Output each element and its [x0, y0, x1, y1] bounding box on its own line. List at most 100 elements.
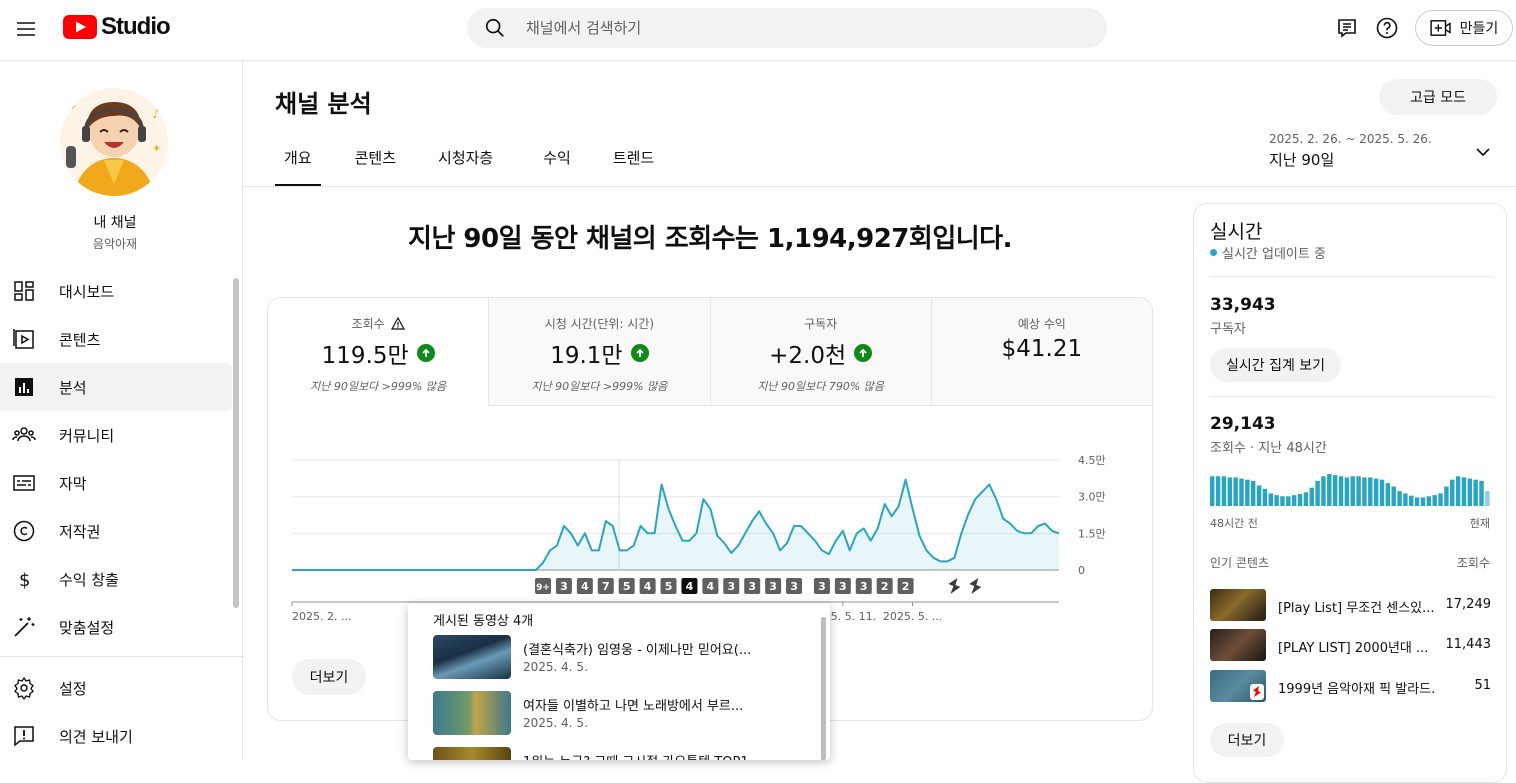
metric-label: 시청 시간(단위: 시간) — [544, 317, 655, 331]
notifications-icon[interactable] — [1335, 16, 1359, 40]
video-marker[interactable]: 4 — [702, 578, 719, 594]
hourly-bar — [1420, 497, 1426, 506]
popup-video-item[interactable]: 여자들 이별하고 나면 노래방에서 부르... 2025. 4. 5. — [433, 691, 803, 737]
video-marker[interactable]: 3 — [765, 578, 782, 594]
feedback-icon — [14, 726, 34, 747]
sidebar-item-customization[interactable]: 맞춤설정 — [0, 603, 232, 651]
studio-logo[interactable]: Studio — [63, 13, 171, 41]
video-marker[interactable]: 3 — [723, 578, 740, 594]
video-thumbnail — [1210, 589, 1266, 621]
metric-value: $41.21 — [1001, 336, 1083, 362]
video-marker[interactable]: 2 — [876, 578, 893, 594]
hourly-bar — [1233, 477, 1238, 506]
realtime-detail-button[interactable]: 실시간 집계 보기 — [1210, 348, 1342, 382]
y-tick-label: 1.5만 — [1078, 527, 1106, 540]
tab-overview[interactable]: 개요 — [275, 128, 321, 186]
date-period-text: 지난 90일 — [1269, 151, 1335, 169]
hourly-bar — [1379, 479, 1385, 506]
metric-revenue[interactable]: 예상 수익 $41.21 — [931, 298, 1152, 406]
video-marker[interactable]: 4 — [681, 578, 698, 594]
hourly-bar — [1461, 477, 1467, 506]
metric-tabs: 조회수 119.5만 지난 90일보다 >999% 많음 시청 시간(단위: 시… — [268, 298, 1152, 406]
menu-icon[interactable] — [14, 17, 38, 41]
hourly-bar — [1432, 495, 1437, 506]
sidebar-scrollbar[interactable] — [233, 278, 239, 608]
hourly-bar — [1291, 495, 1297, 506]
sidebar-bottom-nav: 설정 의견 보내기 — [0, 664, 232, 760]
popup-video-item[interactable]: (결혼식축가) 임영웅 - 이제나만 믿어요(... 2025. 4. 5. — [433, 635, 803, 681]
sidebar: ♪ ✦ ✦ 내 채널 음악아재 대시보드 콘텐츠 분석 커뮤니티 자막 저작권 — [0, 60, 243, 760]
video-marker[interactable]: 2 — [897, 578, 914, 594]
video-marker[interactable]: 5 — [618, 578, 635, 594]
help-icon[interactable] — [1375, 16, 1399, 40]
sidebar-item-label: 수익 창출 — [59, 570, 119, 589]
svg-text:4: 4 — [707, 580, 715, 593]
advanced-mode-button[interactable]: 고급 모드 — [1379, 79, 1497, 115]
video-marker[interactable]: 3 — [786, 578, 803, 594]
sidebar-item-label: 대시보드 — [59, 282, 115, 301]
shorts-marker-icon[interactable] — [969, 578, 982, 594]
sidebar-item-community[interactable]: 커뮤니티 — [0, 411, 232, 459]
create-button[interactable]: 만들기 — [1415, 10, 1513, 46]
sidebar-item-settings[interactable]: 설정 — [0, 664, 232, 712]
metric-note: 지난 90일보다 >999% 많음 — [310, 380, 447, 393]
video-marker[interactable]: 3 — [813, 578, 830, 594]
popup-video-item[interactable]: 1위는 누구? 그때 그시절 가요톱텐 TOP1... — [433, 747, 803, 760]
video-marker[interactable]: 3 — [555, 578, 572, 594]
warning-icon[interactable] — [390, 317, 405, 330]
popup-scrollbar[interactable] — [821, 617, 826, 760]
hourly-bar — [1274, 495, 1279, 506]
search-input[interactable] — [526, 19, 1086, 37]
sidebar-item-analytics[interactable]: 분석 — [0, 363, 232, 411]
tab-revenue[interactable]: 수익 — [543, 128, 571, 186]
sidebar-item-content[interactable]: 콘텐츠 — [0, 315, 232, 363]
sidebar-item-dashboard[interactable]: 대시보드 — [0, 267, 232, 315]
date-range-picker[interactable]: 2025. 2. 26. ~ 2025. 5. 26. 지난 90일 — [1269, 132, 1491, 172]
avatar[interactable]: ♪ ✦ ✦ — [60, 88, 168, 196]
video-marker[interactable]: 3 — [744, 578, 761, 594]
trend-up-icon — [630, 344, 649, 362]
svg-text:♪: ♪ — [152, 107, 160, 121]
sidebar-item-copyright[interactable]: 저작권 — [0, 507, 232, 555]
svg-text:3: 3 — [790, 580, 798, 593]
svg-text:3: 3 — [839, 580, 847, 593]
sidebar-item-subtitles[interactable]: 자막 — [0, 459, 232, 507]
metric-views[interactable]: 조회수 119.5만 지난 90일보다 >999% 많음 — [268, 298, 490, 406]
divider — [1210, 276, 1491, 277]
hourly-bar — [1280, 496, 1285, 506]
shorts-marker-icon[interactable] — [948, 578, 961, 594]
create-label: 만들기 — [1459, 21, 1499, 37]
video-marker[interactable]: 4 — [576, 578, 593, 594]
top-bar: Studio 만들기 — [0, 0, 1516, 60]
svg-text:$: $ — [19, 570, 30, 591]
top-content-row[interactable]: [PLAY LIST] 2000년대 ... 11,443 — [1210, 629, 1491, 663]
video-marker[interactable]: 3 — [834, 578, 851, 594]
realtime-status: 실시간 업데이트 중 — [1210, 243, 1326, 262]
top-content-row[interactable]: [Play List] 무조건 센스있... 17,249 — [1210, 589, 1491, 623]
video-marker[interactable]: 9+ — [535, 578, 552, 594]
more-button[interactable]: 더보기 — [292, 659, 366, 695]
sidebar-item-monetization[interactable]: $ 수익 창출 — [0, 555, 232, 603]
realtime-card: 실시간 실시간 업데이트 중 33,943 구독자 실시간 집계 보기 29,1… — [1193, 203, 1507, 783]
realtime-more-button[interactable]: 더보기 — [1210, 723, 1284, 757]
tab-audience[interactable]: 시청자층 — [438, 128, 493, 186]
sidebar-item-feedback[interactable]: 의견 보내기 — [0, 712, 232, 760]
video-marker[interactable]: 5 — [660, 578, 677, 594]
metric-subscribers[interactable]: 구독자 +2.0천 지난 90일보다 790% 많음 — [710, 298, 932, 406]
realtime-bar-chart[interactable] — [1210, 474, 1491, 506]
y-tick-label: 0 — [1078, 564, 1085, 577]
search-bar[interactable] — [467, 8, 1107, 48]
video-marker[interactable]: 3 — [855, 578, 872, 594]
top-content-row[interactable]: 1999년 음악아재 픽 발라드... 51 — [1210, 670, 1491, 704]
metric-watch-time[interactable]: 시청 시간(단위: 시간) 19.1만 지난 90일보다 >999% 많음 — [489, 298, 711, 406]
video-marker[interactable]: 7 — [597, 578, 614, 594]
hourly-bar — [1385, 483, 1391, 506]
sidebar-item-label: 맞춤설정 — [59, 618, 115, 637]
tab-content[interactable]: 콘텐츠 — [355, 128, 396, 186]
tab-trends[interactable]: 트렌드 — [613, 128, 654, 186]
svg-text:2: 2 — [902, 580, 910, 593]
video-marker[interactable]: 4 — [639, 578, 656, 594]
channel-name: 내 채널 — [93, 215, 137, 231]
customization-icon — [14, 617, 35, 637]
video-thumbnail — [1210, 629, 1266, 661]
